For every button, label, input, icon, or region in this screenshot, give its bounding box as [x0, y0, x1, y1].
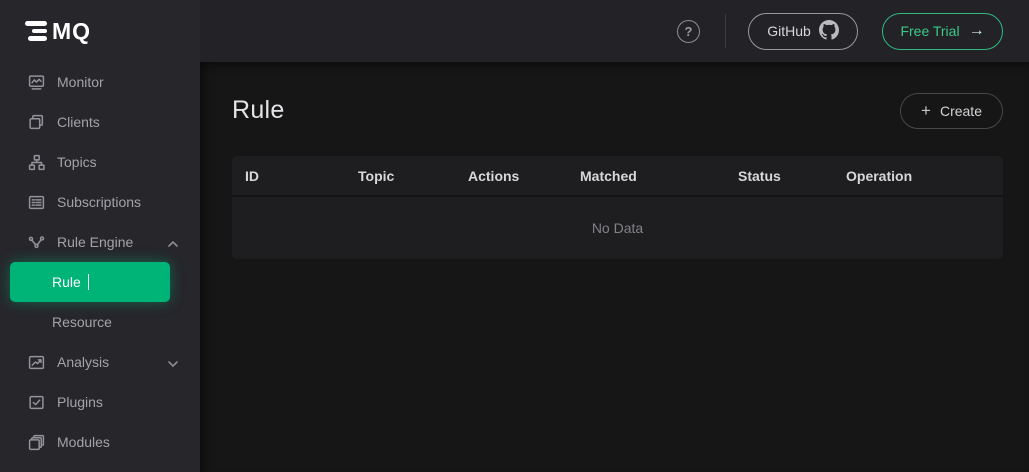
sidebar-item-label: Monitor	[57, 74, 104, 90]
github-button[interactable]: GitHub	[748, 13, 858, 50]
sidebar-item-label: Rule Engine	[57, 234, 133, 250]
monitor-icon	[28, 74, 45, 91]
sidebar-item-analysis[interactable]: Analysis	[0, 342, 200, 382]
page-header: Rule + Create	[232, 92, 1003, 129]
create-button-label: Create	[940, 103, 982, 119]
sidebar-subitem-resource[interactable]: Resource	[0, 302, 200, 342]
column-header-topic: Topic	[345, 168, 455, 184]
arrow-right-icon: →	[969, 22, 985, 40]
sidebar-item-plugins[interactable]: Plugins	[0, 382, 200, 422]
sidebar-item-label: Modules	[57, 434, 110, 450]
sidebar-item-clients[interactable]: Clients	[0, 102, 200, 142]
sidebar-item-subscriptions[interactable]: Subscriptions	[0, 182, 200, 222]
page-title: Rule	[232, 96, 285, 125]
emq-logo-text: MQ	[52, 18, 91, 45]
topbar: ? GitHub Free Trial →	[200, 0, 1029, 62]
create-button[interactable]: + Create	[900, 93, 1003, 129]
analysis-icon	[28, 354, 45, 371]
sidebar-item-label: Subscriptions	[57, 194, 141, 210]
rules-table: ID Topic Actions Matched Status Operatio…	[232, 156, 1003, 259]
topics-icon	[28, 154, 45, 171]
sidebar-nav: Monitor Clients Topics Subscriptions	[0, 62, 200, 462]
plus-icon: +	[921, 101, 931, 121]
modules-icon	[28, 434, 45, 451]
table-header-row: ID Topic Actions Matched Status Operatio…	[232, 156, 1003, 197]
emq-logo: MQ	[0, 0, 200, 62]
sidebar-item-label: Clients	[57, 114, 100, 130]
clients-icon	[28, 114, 45, 131]
sidebar-item-topics[interactable]: Topics	[0, 142, 200, 182]
help-icon[interactable]: ?	[677, 20, 700, 43]
sidebar-item-label: Analysis	[57, 354, 109, 370]
chevron-down-icon	[168, 354, 178, 370]
text-cursor	[88, 274, 90, 290]
plugins-icon	[28, 394, 45, 411]
column-header-operation: Operation	[833, 168, 1003, 184]
emq-logo-e-icon	[25, 21, 47, 41]
main-content: Rule + Create ID Topic Actions Matched S…	[200, 62, 1029, 472]
sidebar-subitem-label: Rule	[52, 274, 81, 290]
table-empty-state: No Data	[232, 197, 1003, 259]
github-button-label: GitHub	[767, 23, 811, 39]
emqx-dashboard: MQ Monitor Clients Topics	[0, 0, 1029, 472]
column-header-status: Status	[725, 168, 833, 184]
sidebar: MQ Monitor Clients Topics	[0, 0, 200, 472]
topbar-divider	[725, 14, 726, 48]
sidebar-subitem-label: Resource	[52, 314, 112, 330]
sidebar-item-label: Topics	[57, 154, 97, 170]
column-header-actions: Actions	[455, 168, 567, 184]
chevron-up-icon	[168, 234, 178, 250]
github-octocat-icon	[819, 20, 839, 43]
column-header-matched: Matched	[567, 168, 725, 184]
sidebar-item-rule-engine[interactable]: Rule Engine	[0, 222, 200, 262]
sidebar-item-monitor[interactable]: Monitor	[0, 62, 200, 102]
rule-engine-icon	[28, 234, 45, 251]
free-trial-button[interactable]: Free Trial →	[882, 13, 1003, 50]
subscriptions-icon	[28, 194, 45, 211]
column-header-id: ID	[232, 168, 345, 184]
sidebar-item-label: Plugins	[57, 394, 103, 410]
sidebar-item-modules[interactable]: Modules	[0, 422, 200, 462]
free-trial-label: Free Trial	[900, 23, 959, 39]
sidebar-subitem-rule[interactable]: Rule	[10, 262, 170, 302]
